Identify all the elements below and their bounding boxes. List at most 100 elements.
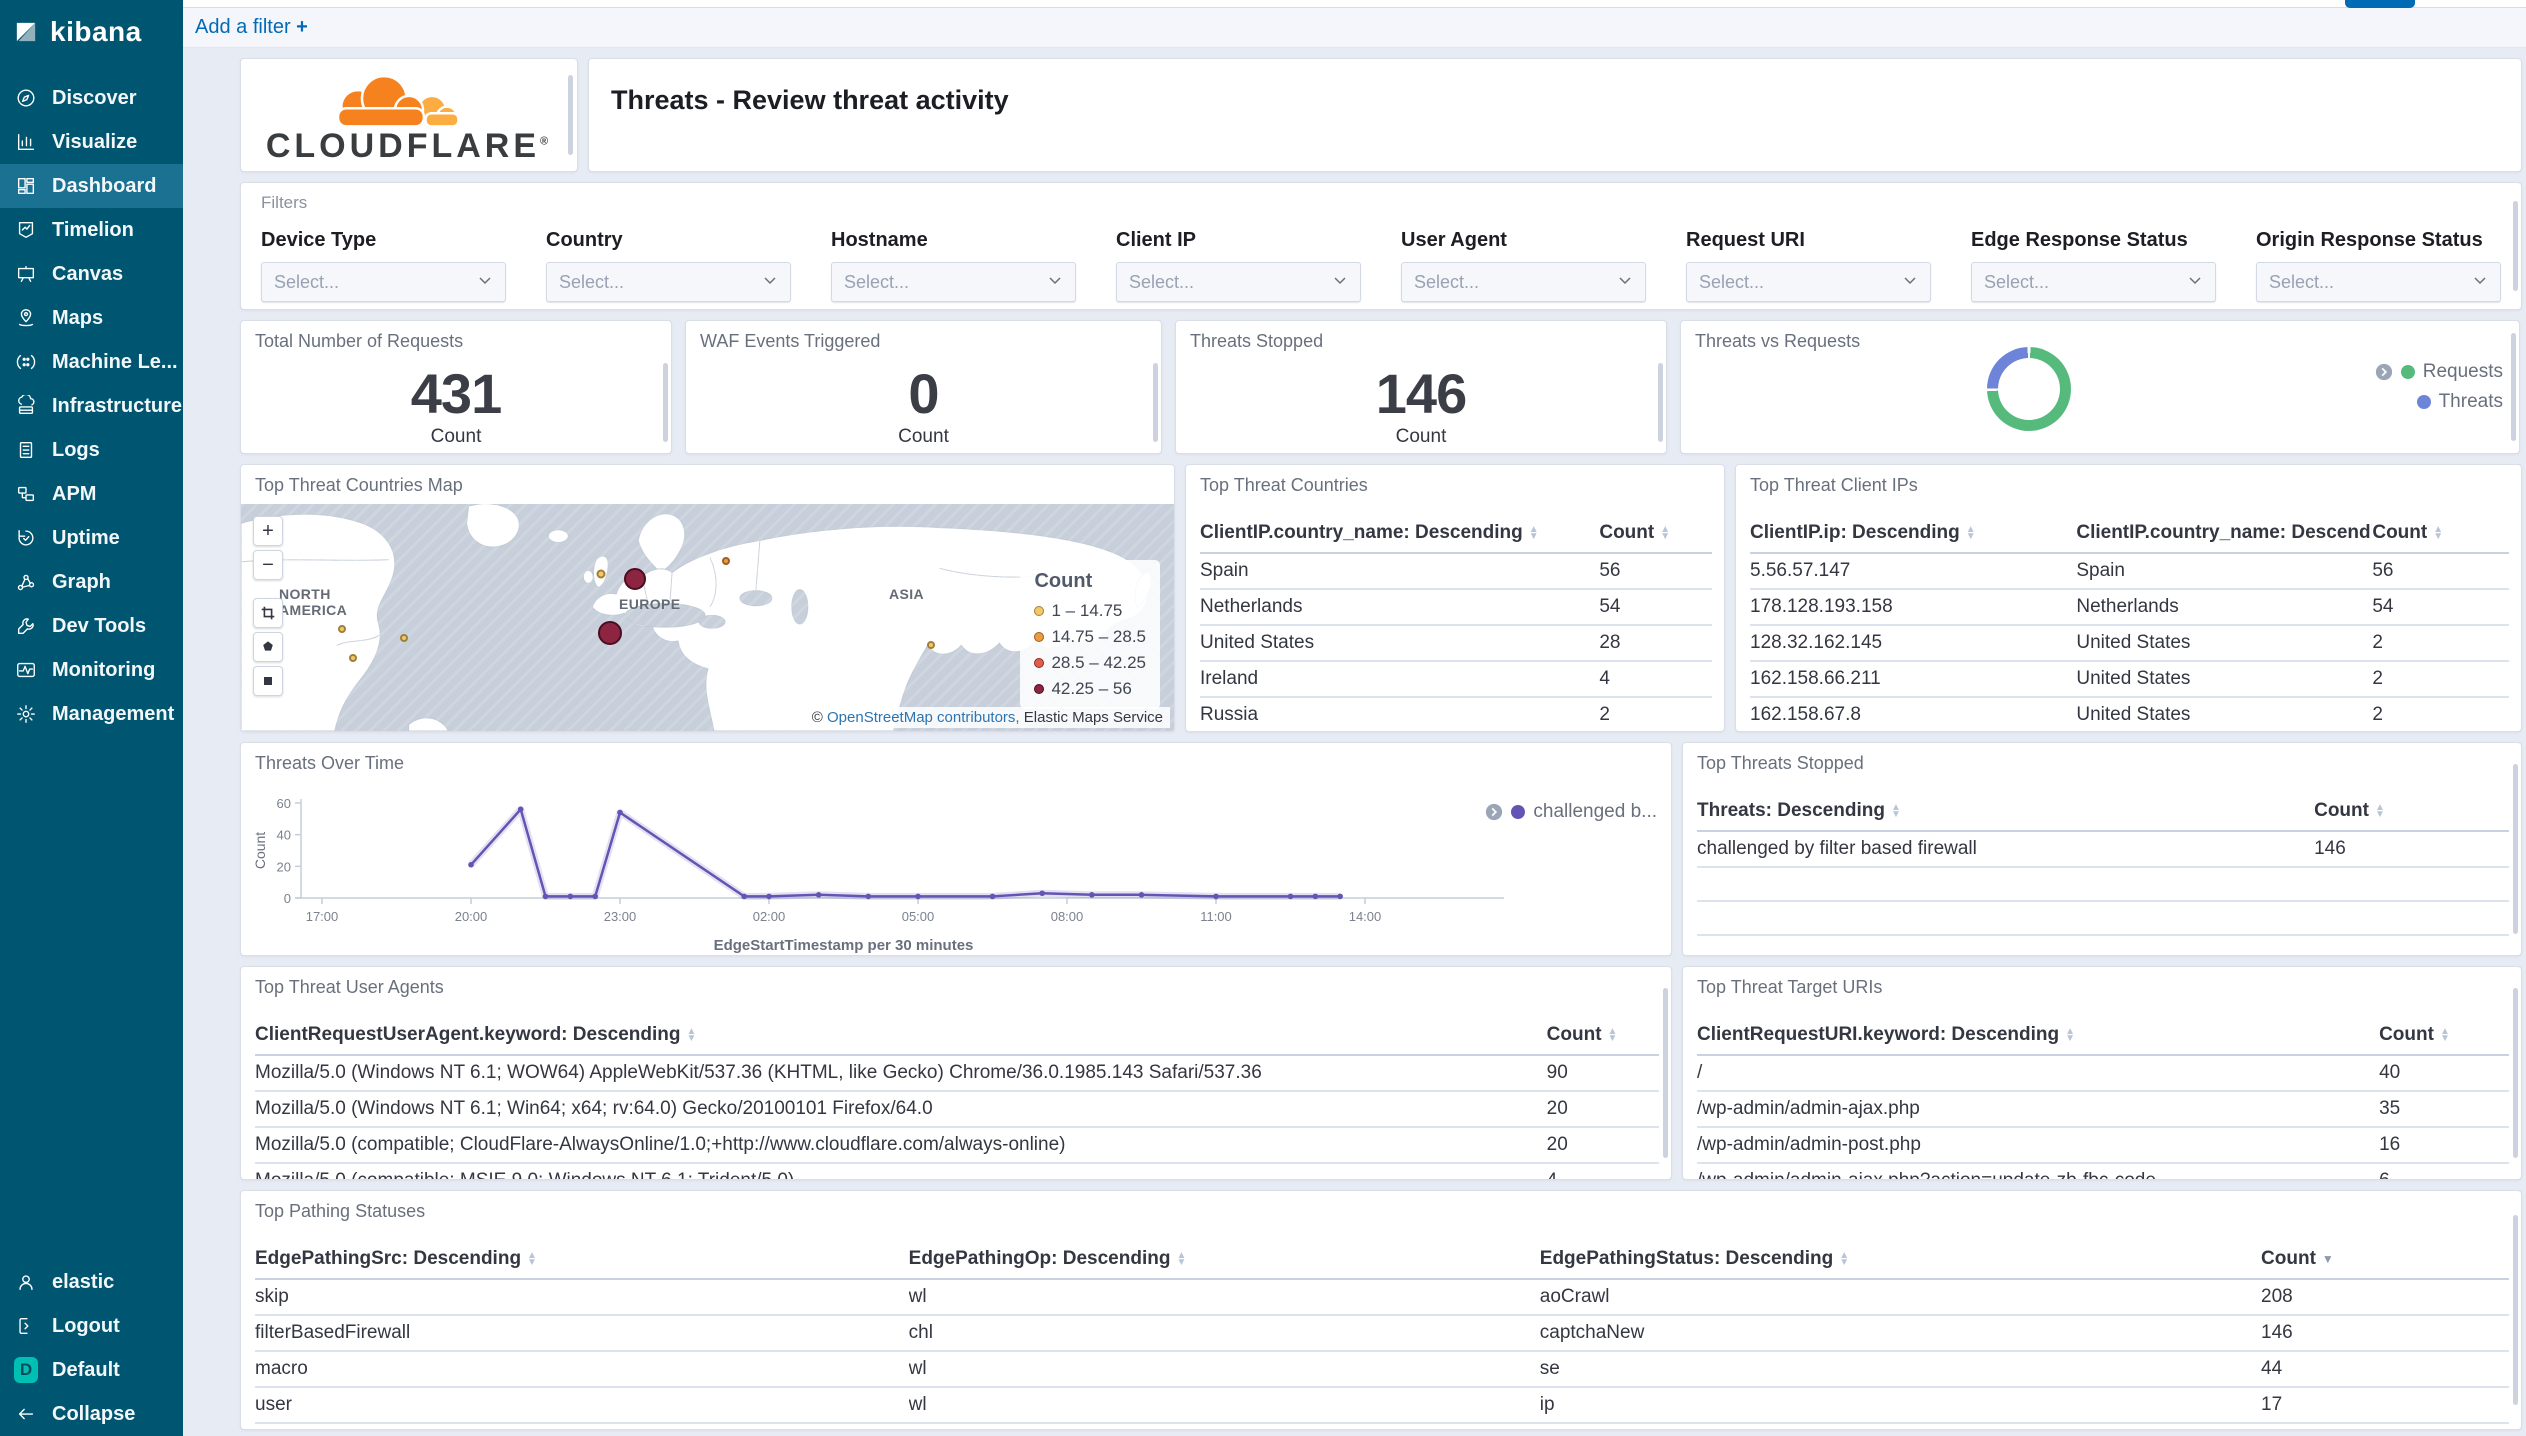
sidebar-item-label: Graph [52,570,111,593]
sidebar-item-logs[interactable]: Logs [0,428,183,472]
rectangle-draw-tool-button[interactable] [253,666,283,696]
panel-scrollbar[interactable] [1153,363,1158,443]
sidebar-item-uptime[interactable]: Uptime [0,516,183,560]
series-legend-label[interactable]: challenged b... [1533,801,1657,823]
filters-title: Filters [261,193,308,212]
panel-scrollbar[interactable] [2513,988,2518,1158]
sidebar-item-default[interactable]: D Default [0,1348,183,1392]
donut-chart[interactable] [1987,347,2071,431]
table-cell: United States [2076,704,2191,725]
panel-scrollbar[interactable] [568,74,573,156]
dev-tools-icon [14,614,38,638]
map-marker[interactable] [348,654,357,663]
zoom-in-button[interactable]: + [253,516,283,546]
request-uri-filter-select[interactable]: Select... [1686,262,1931,302]
user-agent-filter-select[interactable]: Select... [1401,262,1646,302]
origin-response-status-filter-select[interactable]: Select... [2256,262,2501,302]
add-filter-button[interactable]: Add a filter + [195,16,308,39]
column-header-count[interactable]: Count ▲ ▼ [1547,1024,1659,1055]
openstreetmap-link[interactable]: OpenStreetMap contributors, [827,709,1020,726]
legend-expand-icon[interactable] [2375,363,2393,381]
column-header-clientrequestuseragent-keyword[interactable]: ClientRequestUserAgent.keyword: Descendi… [255,1024,1547,1055]
panel-scrollbar[interactable] [1658,363,1663,443]
sidebar-item-management[interactable]: Management [0,692,183,736]
device-type-filter-select[interactable]: Select... [261,262,506,302]
panel-scrollbar[interactable] [2513,764,2518,934]
sidebar-item-canvas[interactable]: Canvas [0,252,183,296]
table-cell: 2 [1599,704,1610,725]
map-marker[interactable] [722,556,731,565]
column-header-clientrequesturi-keyword[interactable]: ClientRequestURI.keyword: Descending ▲ ▼ [1697,1024,2379,1055]
map-marker[interactable] [927,640,936,649]
sidebar-item-dev-tools[interactable]: Dev Tools [0,604,183,648]
sidebar-item-machine-le[interactable]: Machine Le... [0,340,183,384]
map-marker[interactable] [337,624,346,633]
panel-scrollbar[interactable] [2513,200,2518,292]
column-header-clientip-country-name[interactable]: ClientIP.country_name: Descending▲▼ [1200,522,1599,553]
panel-scrollbar[interactable] [2513,1214,2518,1406]
panel-title: Top Threat Target URIs [1697,977,1883,997]
sidebar-item-discover[interactable]: Discover [0,76,183,120]
sort-icon: ▲ ▼ [2374,801,2385,820]
sidebar-item-collapse[interactable]: Collapse [0,1392,183,1436]
threats-over-time-chart[interactable]: 0 20 40 60 17:00 20:00 23:00 02:00 05:00 08:00 11:… [249,743,1665,955]
sidebar-item-visualize[interactable]: Visualize [0,120,183,164]
update-button-fragment[interactable] [2345,0,2415,8]
client-ip-filter-select[interactable]: Select... [1116,262,1361,302]
bounds-filter-tool-button[interactable] [253,598,283,628]
panel-scrollbar[interactable] [663,363,668,443]
world-map[interactable]: NORTH AMERICA EUROPE ASIA + − Count 1 – … [241,504,1174,731]
table-cell: 54 [1599,596,1621,617]
table-cell: 20 [1546,1134,1568,1155]
column-header-edgepathingsrc[interactable]: EdgePathingSrc: Descending ▲ ▼ [255,1248,909,1279]
sidebar-item-elastic[interactable]: elastic [0,1260,183,1304]
polygon-draw-tool-button[interactable] [253,632,283,662]
kibana-brand[interactable]: kibana [0,0,183,60]
sidebar-item-apm[interactable]: APM [0,472,183,516]
map-marker[interactable] [598,621,623,646]
sidebar-item-monitoring[interactable]: Monitoring [0,648,183,692]
legend-label-requests[interactable]: Requests [2423,361,2503,383]
column-header-threats[interactable]: Threats: Descending ▲ ▼ [1697,800,2314,831]
sidebar-item-graph[interactable]: Graph [0,560,183,604]
select-placeholder: Select... [559,271,625,292]
hostname-filter-select[interactable]: Select... [831,262,1076,302]
dashboard-icon [14,174,38,198]
column-header-count[interactable]: Count ▲ ▼ [2372,522,2509,553]
column-header-clientip-ip[interactable]: ClientIP.ip: Descending ▲ ▼ [1750,522,2076,553]
zoom-out-button[interactable]: − [253,550,283,580]
column-header-edgepathingstatus[interactable]: EdgePathingStatus: Descending ▲ ▼ [1540,1248,2261,1279]
sidebar-item-dashboard[interactable]: Dashboard [0,164,183,208]
column-header-edgepathingop[interactable]: EdgePathingOp: Descending ▲ ▼ [909,1248,1540,1279]
table-cell: United States [1200,632,1315,653]
column-header-count[interactable]: Count ▼ [2261,1248,2509,1279]
sidebar-item-label: Timelion [52,218,134,241]
sidebar-item-maps[interactable]: Maps [0,296,183,340]
country-filter-select[interactable]: Select... [546,262,791,302]
legend-expand-icon[interactable] [1485,803,1503,821]
map-marker[interactable] [623,567,646,590]
svg-text:23:00: 23:00 [604,909,637,924]
sidebar-footer: elastic Logout D Default Collapse [0,1260,183,1436]
edge-response-status-filter-select[interactable]: Select... [1971,262,2216,302]
panel-threats-vs-requests: Threats vs Requests Requests Threats [1680,320,2520,454]
sidebar-item-infrastructure[interactable]: Infrastructure [0,384,183,428]
map-marker[interactable] [596,569,606,579]
sort-desc-icon: ▼ [2321,1251,2334,1266]
svg-text:14:00: 14:00 [1349,909,1382,924]
sidebar-item-label: Infrastructure [52,394,183,417]
sidebar-item-logout[interactable]: Logout [0,1304,183,1348]
panel-title: Top Threat Countries Map [255,475,463,495]
chevron-down-icon [1332,272,1348,293]
map-marker[interactable] [400,633,409,642]
sidebar-item-timelion[interactable]: Timelion [0,208,183,252]
column-header-count[interactable]: Count ▲ ▼ [1599,522,1712,553]
column-header-count[interactable]: Count ▲ ▼ [2379,1024,2509,1055]
column-header-clientip-country-name[interactable]: ClientIP.country_name: Descending▲▼ [2076,522,2372,553]
management-icon [14,702,38,726]
column-header-count[interactable]: Count ▲ ▼ [2314,800,2509,831]
legend-label-threats[interactable]: Threats [2439,391,2503,413]
metric-value: 431 [410,362,502,425]
panel-scrollbar[interactable] [2511,332,2516,442]
panel-scrollbar[interactable] [1663,988,1668,1158]
